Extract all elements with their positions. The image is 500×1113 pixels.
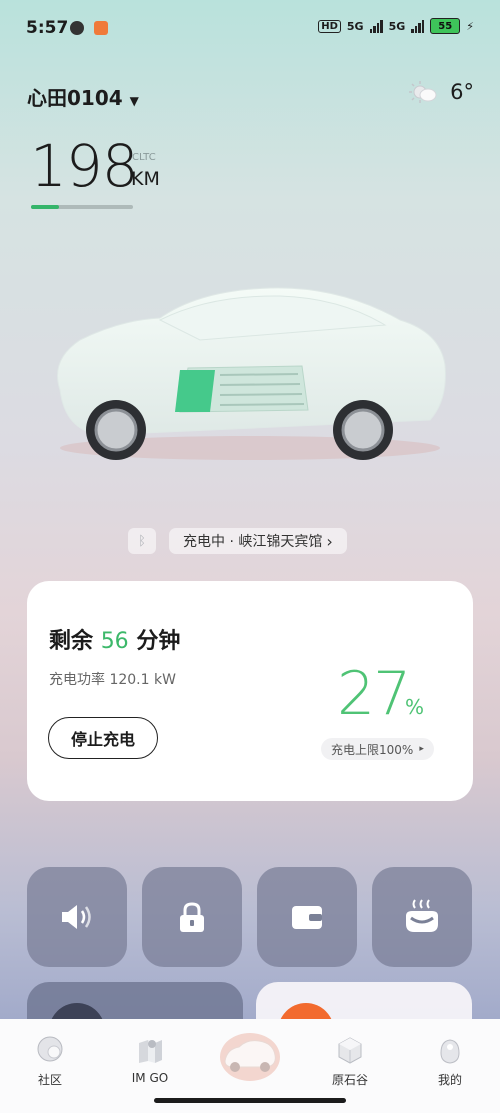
seat-heat-button[interactable]	[372, 867, 472, 967]
speaker-icon	[62, 905, 91, 929]
nav-label: IM GO	[131, 1071, 169, 1085]
wallet-button[interactable]	[257, 867, 357, 967]
charge-limit-text: 充电上限100%	[331, 742, 414, 757]
remaining-prefix: 剩余	[49, 629, 94, 654]
bluetooth-icon: ᛒ	[138, 533, 146, 549]
range-progress-fill	[31, 205, 59, 209]
nav-profile[interactable]: 我的	[400, 1019, 500, 1099]
network-type-2: 5G	[388, 19, 406, 33]
status-time: 5:57	[26, 18, 69, 38]
battery-percent: 27	[337, 659, 411, 729]
chevron-right-icon: ›	[326, 531, 333, 551]
remaining-time: 剩余 56 分钟	[49, 623, 180, 655]
car-name: 心田0104	[27, 86, 123, 110]
signal-icon	[369, 19, 383, 33]
temperature: 6°	[450, 80, 474, 104]
charging-location-text: 充电中 · 峡江锦天宾馆	[183, 534, 323, 550]
bluetooth-button[interactable]: ᛒ	[128, 528, 156, 554]
nav-imgo[interactable]: IM GO	[100, 1019, 200, 1099]
nav-label: 原石谷	[331, 1073, 368, 1087]
range-standard: CLTC	[132, 152, 156, 163]
status-indicators: HD 5G 5G 55 ⚡	[318, 18, 474, 34]
profile-icon	[440, 1039, 460, 1064]
remaining-minutes: 56	[100, 629, 129, 654]
play-arrow-icon: ▸	[419, 744, 424, 754]
range-progress-bar	[31, 205, 133, 209]
range-unit: KM	[131, 168, 160, 190]
charging-power: 充电功率 120.1 kW	[49, 672, 176, 688]
nav-stone-valley[interactable]: 原石谷	[300, 1019, 400, 1099]
nav-label: 社区	[37, 1073, 62, 1087]
lock-icon	[180, 902, 204, 932]
range-value: 198	[30, 132, 139, 200]
battery-icon: 55	[430, 18, 461, 34]
nav-community[interactable]: 社区	[0, 1019, 100, 1099]
home-indicator[interactable]	[154, 1098, 346, 1103]
charging-location-chip[interactable]: 充电中 · 峡江锦天宾馆 ›	[169, 528, 347, 554]
lock-button[interactable]	[142, 867, 242, 967]
community-icon	[37, 1036, 63, 1062]
caret-down-icon: ▼	[129, 94, 139, 108]
network-type-1: 5G	[346, 19, 364, 33]
hd-badge: HD	[318, 19, 341, 33]
wallet-icon	[292, 906, 322, 929]
imgo-icon	[139, 1040, 162, 1063]
seat-heat-icon	[406, 899, 438, 932]
car-illustration[interactable]	[40, 270, 460, 470]
charging-card[interactable]: 剩余 56 分钟 充电功率 120.1 kW 停止充电 27 % 充电上限100…	[27, 581, 473, 801]
stop-charging-button[interactable]: 停止充电	[48, 717, 158, 759]
notification-app-icon	[70, 21, 84, 35]
remaining-suffix: 分钟	[136, 629, 181, 654]
speaker-button[interactable]	[27, 867, 127, 967]
notification-app-icon-2	[94, 21, 108, 35]
charge-limit-button[interactable]: 充电上限100% ▸	[321, 738, 434, 760]
charging-bolt-icon: ⚡	[466, 19, 474, 33]
signal-icon-2	[411, 19, 425, 33]
stone-valley-icon	[338, 1037, 362, 1064]
nav-label: 我的	[437, 1073, 462, 1087]
partly-cloudy-icon	[409, 81, 437, 103]
car-name-selector[interactable]: 心田0104 ▼	[27, 82, 139, 111]
percent-sign: %	[405, 695, 425, 719]
car-home-icon	[220, 1033, 280, 1081]
nav-car-home[interactable]	[200, 1019, 300, 1099]
